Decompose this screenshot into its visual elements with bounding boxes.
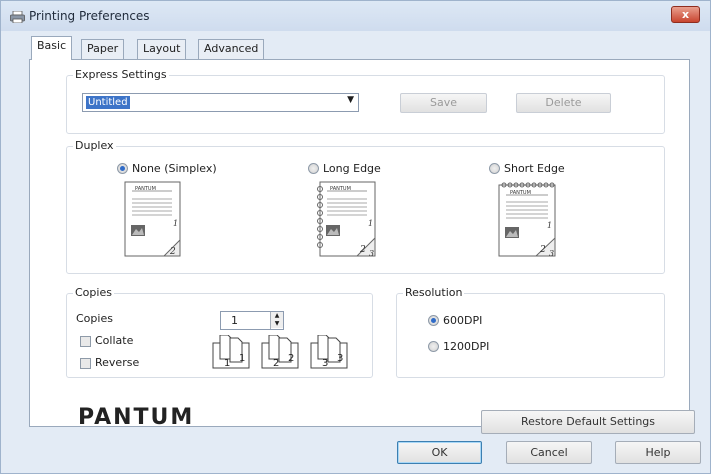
close-button[interactable]: x xyxy=(671,6,700,23)
tab-paper[interactable]: Paper xyxy=(81,39,125,59)
svg-text:1: 1 xyxy=(368,219,373,228)
ok-button-label: OK xyxy=(431,446,448,459)
help-button-label: Help xyxy=(645,446,671,459)
long-edge-document-icon: PANTUM 1 2 3 xyxy=(317,181,376,258)
resolution-group: Resolution 600DPI 1200DPI xyxy=(396,286,665,378)
reverse-label: Reverse xyxy=(95,356,140,369)
restore-defaults-label: Restore Default Settings xyxy=(520,415,656,428)
copies-value: 1 xyxy=(231,314,238,327)
spinner-down-icon[interactable]: ▼ xyxy=(271,320,283,328)
collate-label: Collate xyxy=(95,334,134,347)
reverse-checkbox[interactable]: Reverse xyxy=(80,356,139,369)
duplex-short-edge-label: Short Edge xyxy=(504,162,565,175)
tab-basic[interactable]: Basic xyxy=(31,36,73,60)
help-button[interactable]: Help xyxy=(615,441,701,464)
tab-layout[interactable]: Layout xyxy=(137,39,187,59)
cancel-button[interactable]: Cancel xyxy=(506,441,592,464)
duplex-long-edge-radio[interactable]: Long Edge xyxy=(308,162,381,175)
svg-text:3: 3 xyxy=(369,249,374,258)
radio-unselected-icon xyxy=(428,341,439,352)
express-settings-selected: Untitled xyxy=(86,96,130,109)
resolution-600dpi-radio[interactable]: 600DPI xyxy=(428,314,482,327)
duplex-long-edge-label: Long Edge xyxy=(323,162,381,175)
collate-page-number: 3 xyxy=(322,358,328,369)
radio-selected-icon xyxy=(428,315,439,326)
svg-text:2: 2 xyxy=(169,247,176,257)
duplex-none-radio[interactable]: None (Simplex) xyxy=(117,162,217,175)
tab-layout-label: Layout xyxy=(143,42,181,55)
close-icon: x xyxy=(681,8,690,21)
ok-button[interactable]: OK xyxy=(397,441,482,464)
collate-page-number: 2 xyxy=(273,358,279,369)
resolution-1200dpi-radio[interactable]: 1200DPI xyxy=(428,340,489,353)
copies-group-label: Copies xyxy=(73,286,114,299)
preview-brand-text: PANTUM xyxy=(510,190,531,196)
short-edge-document-icon: PANTUM 1 2 3 xyxy=(498,182,556,258)
collate-page-set-2-icon: 2 2 xyxy=(261,335,299,369)
cancel-button-label: Cancel xyxy=(530,446,568,459)
collate-page-set-3-icon: 3 3 xyxy=(310,335,348,369)
copies-spinner-buttons[interactable]: ▲ ▼ xyxy=(270,312,283,329)
radio-unselected-icon xyxy=(308,163,319,174)
tab-advanced[interactable]: Advanced xyxy=(198,39,265,59)
simplex-preview: PANTUM 1 2 xyxy=(124,181,182,258)
spinner-up-icon[interactable]: ▲ xyxy=(271,312,283,320)
printer-icon xyxy=(10,11,25,23)
copies-spinner[interactable]: 1 ▲ ▼ xyxy=(220,311,284,330)
tab-advanced-label: Advanced xyxy=(204,42,259,55)
collate-page-set-1-icon: 1 1 xyxy=(212,335,250,369)
duplex-none-label: None (Simplex) xyxy=(132,162,217,175)
window-title: Printing Preferences xyxy=(29,9,150,23)
dropdown-arrow-icon: ▼ xyxy=(347,95,354,105)
save-button-label: Save xyxy=(429,96,457,109)
save-button[interactable]: Save xyxy=(400,93,487,113)
tab-basic-label: Basic xyxy=(37,39,67,52)
resolution-label: Resolution xyxy=(403,286,465,299)
collate-page-number: 2 xyxy=(288,353,294,364)
express-settings-label: Express Settings xyxy=(73,68,169,81)
duplex-short-edge-radio[interactable]: Short Edge xyxy=(489,162,565,175)
duplex-label: Duplex xyxy=(73,139,116,152)
tab-paper-label: Paper xyxy=(87,42,119,55)
delete-button-label: Delete xyxy=(545,96,582,109)
long-edge-preview: PANTUM 1 2 3 xyxy=(315,181,379,258)
preview-brand-text: PANTUM xyxy=(135,186,156,192)
delete-button[interactable]: Delete xyxy=(516,93,611,113)
resolution-1200dpi-label: 1200DPI xyxy=(443,340,490,353)
svg-text:2: 2 xyxy=(539,245,546,255)
svg-text:1: 1 xyxy=(547,221,552,230)
radio-selected-icon xyxy=(117,163,128,174)
copies-field-label: Copies xyxy=(76,312,113,325)
checkbox-unchecked-icon xyxy=(80,335,91,347)
checkbox-unchecked-icon xyxy=(80,357,91,369)
short-edge-preview: PANTUM 1 2 3 xyxy=(498,181,558,258)
basic-tab-panel: Express Settings Untitled ▼ Save Delete … xyxy=(29,59,695,434)
title-bar[interactable]: Printing Preferences x xyxy=(1,1,710,31)
printing-preferences-window: Printing Preferences x Basic Paper Layou… xyxy=(0,0,711,474)
svg-text:2: 2 xyxy=(359,245,366,255)
simplex-document-icon: PANTUM 1 2 xyxy=(124,181,181,257)
preview-brand-text: PANTUM xyxy=(330,186,351,192)
radio-unselected-icon xyxy=(489,163,500,174)
express-settings-dropdown[interactable]: Untitled ▼ xyxy=(82,93,359,112)
restore-defaults-button[interactable]: Restore Default Settings xyxy=(481,410,695,434)
collate-page-number: 1 xyxy=(224,358,230,369)
collate-page-number: 3 xyxy=(337,353,343,364)
pantum-logo: PANTUM xyxy=(78,405,195,430)
svg-text:1: 1 xyxy=(173,219,178,228)
collate-page-number: 1 xyxy=(239,353,245,364)
svg-text:3: 3 xyxy=(549,249,554,258)
resolution-600dpi-label: 600DPI xyxy=(443,314,483,327)
copies-group: Copies Copies 1 ▲ ▼ Collate Reverse 1 1 … xyxy=(66,286,373,378)
collate-checkbox[interactable]: Collate xyxy=(80,334,133,347)
